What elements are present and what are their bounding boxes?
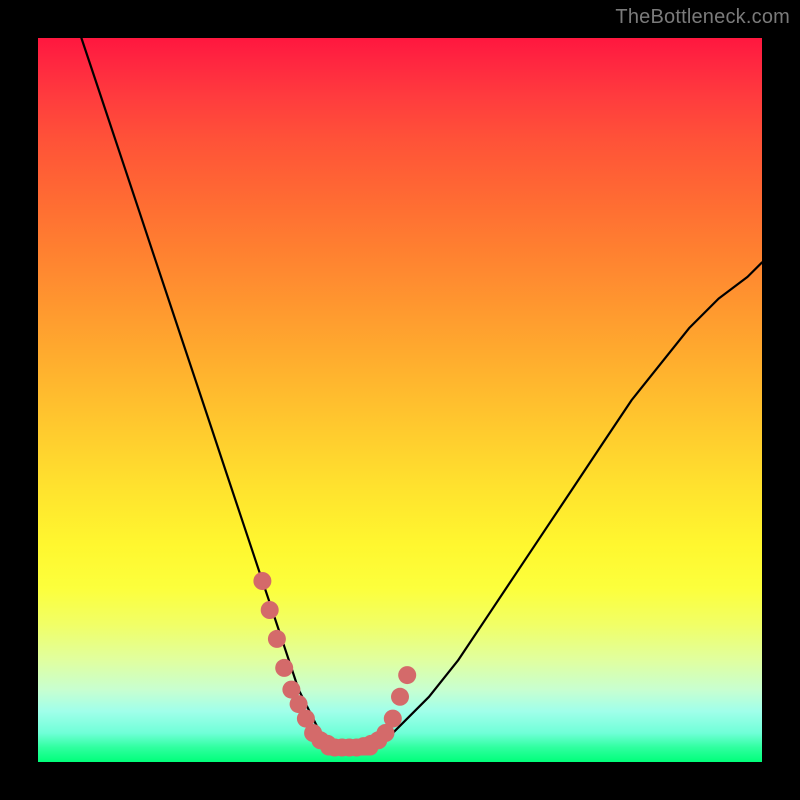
marker-dot	[253, 572, 271, 590]
marker-dot	[355, 737, 373, 755]
chart-canvas: TheBottleneck.com	[0, 0, 800, 800]
highlight-markers	[253, 572, 416, 757]
valley-bar	[320, 740, 378, 756]
plot-area	[38, 38, 762, 762]
marker-dot	[304, 724, 322, 742]
marker-dot	[275, 659, 293, 677]
marker-dot	[398, 666, 416, 684]
marker-dot	[311, 731, 329, 749]
bottleneck-curve	[81, 38, 762, 748]
marker-dot	[261, 601, 279, 619]
marker-dot	[333, 739, 351, 757]
marker-dot	[391, 688, 409, 706]
marker-dot	[384, 710, 402, 728]
marker-dot	[290, 695, 308, 713]
marker-dot	[377, 724, 395, 742]
marker-dot	[340, 739, 358, 757]
marker-dot	[326, 739, 344, 757]
curve-svg	[38, 38, 762, 762]
marker-dot	[297, 710, 315, 728]
marker-dot	[319, 735, 337, 753]
marker-dot	[268, 630, 286, 648]
marker-dot	[362, 735, 380, 753]
marker-dot	[348, 739, 366, 757]
marker-dot	[282, 681, 300, 699]
watermark-text: TheBottleneck.com	[615, 6, 790, 29]
marker-dot	[369, 731, 387, 749]
